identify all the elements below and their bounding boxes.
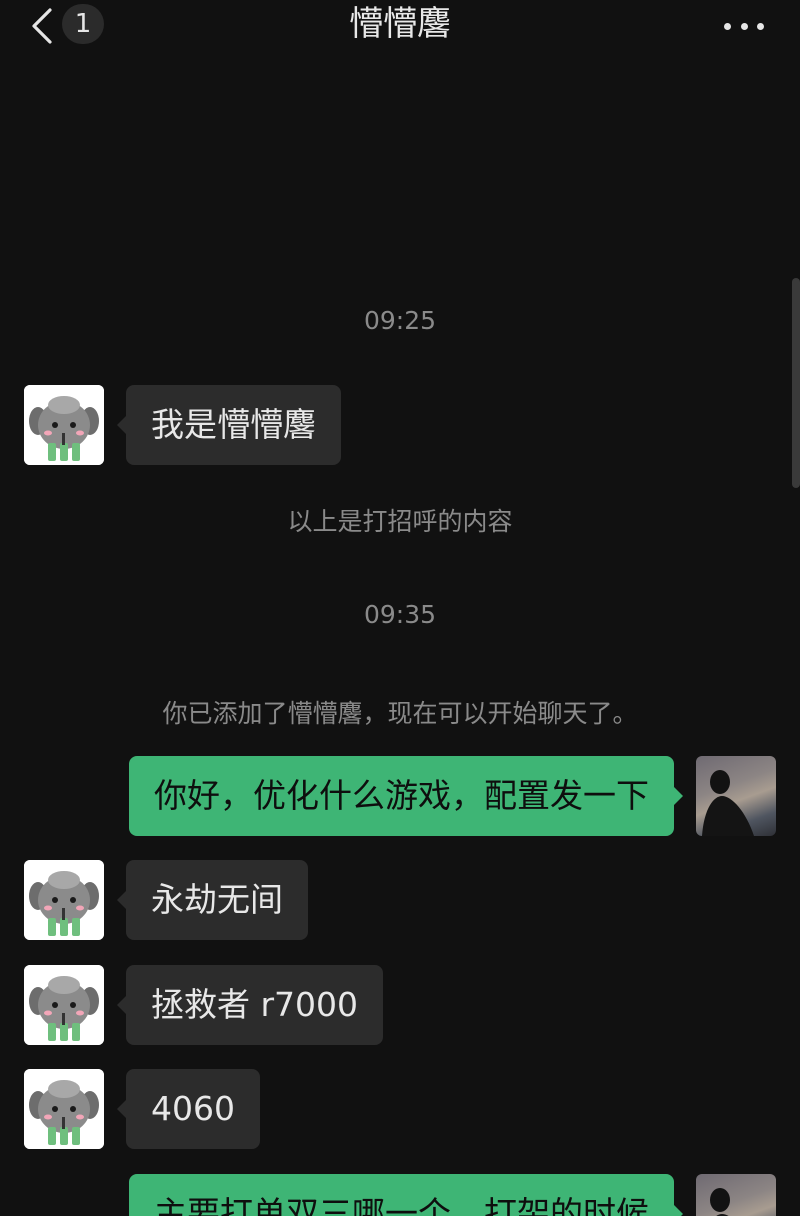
chat-screen: 1 懵懵麐 09:25 我是懵懵麐 以上是打招呼的内容 09:35 你已添加了懵… bbox=[0, 0, 800, 1216]
dog-avatar-icon bbox=[24, 385, 104, 465]
more-options-button[interactable] bbox=[724, 14, 764, 38]
dog-avatar-icon bbox=[24, 860, 104, 940]
system-notice: 你已添加了懵懵麐，现在可以开始聊天了。 bbox=[162, 699, 638, 728]
system-notice: 以上是打招呼的内容 bbox=[287, 507, 513, 536]
peer-avatar[interactable] bbox=[24, 965, 104, 1045]
peer-message-bubble[interactable]: 永劫无间 bbox=[117, 860, 308, 940]
person-silhouette-icon bbox=[710, 1188, 730, 1216]
peer-message-bubble[interactable]: 拯救者 r7000 bbox=[116, 965, 384, 1045]
peer-avatar[interactable] bbox=[24, 860, 104, 940]
peer-avatar[interactable] bbox=[24, 1069, 104, 1149]
my-message-bubble[interactable]: 你好，优化什么游戏，配置发一下 bbox=[129, 756, 683, 836]
peer-message-bubble[interactable]: 我是懵懵麐 bbox=[117, 385, 341, 465]
peer-message-bubble[interactable]: 4060 bbox=[117, 1069, 260, 1149]
ellipsis-dot bbox=[757, 22, 764, 30]
ellipsis-icon bbox=[724, 22, 731, 30]
chat-title: 懵懵麐 bbox=[349, 4, 451, 44]
timestamp: 09:35 bbox=[363, 600, 437, 629]
dog-avatar-icon bbox=[24, 965, 104, 1045]
chat-header: 1 懵懵麐 bbox=[0, 0, 800, 52]
dog-avatar-icon bbox=[24, 1069, 104, 1149]
my-avatar[interactable] bbox=[696, 756, 776, 836]
ellipsis-dot bbox=[740, 22, 748, 30]
my-message-bubble[interactable]: 主要打单双三哪一个，打架的时候 bbox=[129, 1174, 683, 1216]
person-silhouette-icon bbox=[702, 770, 754, 836]
timestamp: 09:25 bbox=[363, 306, 437, 335]
my-avatar[interactable] bbox=[696, 1174, 776, 1216]
peer-avatar[interactable] bbox=[24, 385, 104, 465]
